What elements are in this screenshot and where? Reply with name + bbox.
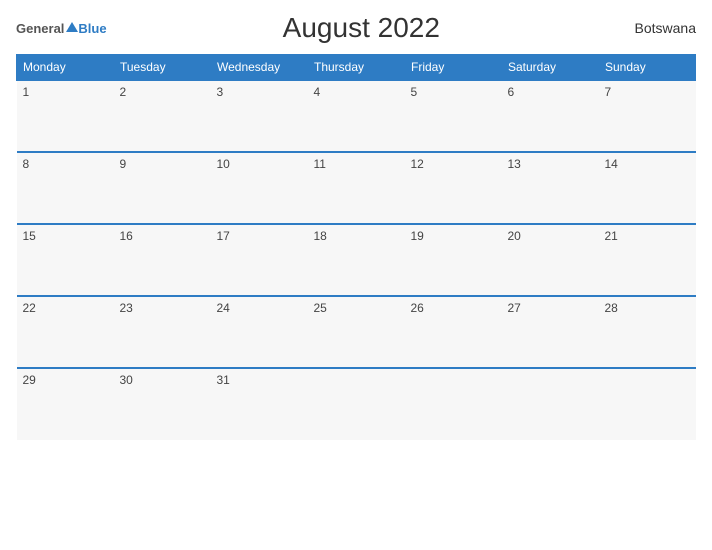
day-number: 18 bbox=[314, 229, 327, 243]
day-cell-4-0: 29 bbox=[17, 368, 114, 440]
header-sunday: Sunday bbox=[599, 55, 696, 81]
calendar-header: General Blue August 2022 Botswana bbox=[16, 12, 696, 44]
week-row-4: 22 23 24 25 26 27 28 bbox=[17, 296, 696, 368]
header-wednesday: Wednesday bbox=[211, 55, 308, 81]
day-number: 15 bbox=[23, 229, 36, 243]
day-cell-1-3: 11 bbox=[308, 152, 405, 224]
logo-triangle-icon bbox=[66, 22, 78, 32]
day-cell-0-0: 1 bbox=[17, 80, 114, 152]
header-tuesday: Tuesday bbox=[114, 55, 211, 81]
week-row-1: 1 2 3 4 5 6 7 bbox=[17, 80, 696, 152]
day-cell-4-1: 30 bbox=[114, 368, 211, 440]
day-cell-0-3: 4 bbox=[308, 80, 405, 152]
logo-blue-text: Blue bbox=[78, 21, 106, 36]
day-cell-3-4: 26 bbox=[405, 296, 502, 368]
month-title: August 2022 bbox=[107, 12, 616, 44]
day-number: 7 bbox=[605, 85, 612, 99]
day-number: 20 bbox=[508, 229, 521, 243]
day-number: 11 bbox=[314, 157, 326, 171]
day-cell-1-5: 13 bbox=[502, 152, 599, 224]
day-number: 10 bbox=[217, 157, 230, 171]
country-label: Botswana bbox=[616, 20, 696, 36]
day-cell-4-3 bbox=[308, 368, 405, 440]
calendar-table: Monday Tuesday Wednesday Thursday Friday… bbox=[16, 54, 696, 440]
day-cell-2-4: 19 bbox=[405, 224, 502, 296]
day-cell-4-6 bbox=[599, 368, 696, 440]
day-number: 23 bbox=[120, 301, 133, 315]
day-number: 13 bbox=[508, 157, 521, 171]
logo: General Blue bbox=[16, 21, 107, 36]
day-number: 1 bbox=[23, 85, 30, 99]
day-cell-2-0: 15 bbox=[17, 224, 114, 296]
day-number: 31 bbox=[217, 373, 230, 387]
day-cell-2-1: 16 bbox=[114, 224, 211, 296]
day-cell-4-2: 31 bbox=[211, 368, 308, 440]
day-number: 27 bbox=[508, 301, 521, 315]
day-number: 24 bbox=[217, 301, 230, 315]
days-header-row: Monday Tuesday Wednesday Thursday Friday… bbox=[17, 55, 696, 81]
day-number: 9 bbox=[120, 157, 127, 171]
day-number: 14 bbox=[605, 157, 618, 171]
day-number: 6 bbox=[508, 85, 515, 99]
day-cell-1-0: 8 bbox=[17, 152, 114, 224]
day-cell-1-2: 10 bbox=[211, 152, 308, 224]
day-number: 8 bbox=[23, 157, 30, 171]
day-number: 30 bbox=[120, 373, 133, 387]
day-number: 21 bbox=[605, 229, 618, 243]
calendar-container: General Blue August 2022 Botswana Monday… bbox=[0, 0, 712, 550]
day-number: 2 bbox=[120, 85, 127, 99]
day-cell-1-1: 9 bbox=[114, 152, 211, 224]
day-cell-1-4: 12 bbox=[405, 152, 502, 224]
day-cell-2-3: 18 bbox=[308, 224, 405, 296]
day-cell-3-0: 22 bbox=[17, 296, 114, 368]
day-number: 16 bbox=[120, 229, 133, 243]
week-row-3: 15 16 17 18 19 20 21 bbox=[17, 224, 696, 296]
day-cell-2-2: 17 bbox=[211, 224, 308, 296]
day-number: 26 bbox=[411, 301, 424, 315]
day-number: 12 bbox=[411, 157, 424, 171]
day-cell-0-4: 5 bbox=[405, 80, 502, 152]
day-cell-1-6: 14 bbox=[599, 152, 696, 224]
day-cell-0-5: 6 bbox=[502, 80, 599, 152]
day-cell-0-2: 3 bbox=[211, 80, 308, 152]
header-monday: Monday bbox=[17, 55, 114, 81]
day-number: 29 bbox=[23, 373, 36, 387]
header-thursday: Thursday bbox=[308, 55, 405, 81]
day-cell-3-6: 28 bbox=[599, 296, 696, 368]
day-number: 22 bbox=[23, 301, 36, 315]
day-number: 17 bbox=[217, 229, 230, 243]
day-cell-4-4 bbox=[405, 368, 502, 440]
logo-general-text: General bbox=[16, 21, 64, 36]
day-cell-3-3: 25 bbox=[308, 296, 405, 368]
day-cell-3-1: 23 bbox=[114, 296, 211, 368]
day-number: 5 bbox=[411, 85, 418, 99]
header-friday: Friday bbox=[405, 55, 502, 81]
day-cell-0-6: 7 bbox=[599, 80, 696, 152]
day-cell-3-5: 27 bbox=[502, 296, 599, 368]
day-cell-0-1: 2 bbox=[114, 80, 211, 152]
day-number: 25 bbox=[314, 301, 327, 315]
week-row-5: 29 30 31 bbox=[17, 368, 696, 440]
header-saturday: Saturday bbox=[502, 55, 599, 81]
day-cell-3-2: 24 bbox=[211, 296, 308, 368]
day-cell-4-5 bbox=[502, 368, 599, 440]
day-cell-2-5: 20 bbox=[502, 224, 599, 296]
day-cell-2-6: 21 bbox=[599, 224, 696, 296]
day-number: 19 bbox=[411, 229, 424, 243]
day-number: 28 bbox=[605, 301, 618, 315]
day-number: 4 bbox=[314, 85, 321, 99]
day-number: 3 bbox=[217, 85, 224, 99]
week-row-2: 8 9 10 11 12 13 14 bbox=[17, 152, 696, 224]
